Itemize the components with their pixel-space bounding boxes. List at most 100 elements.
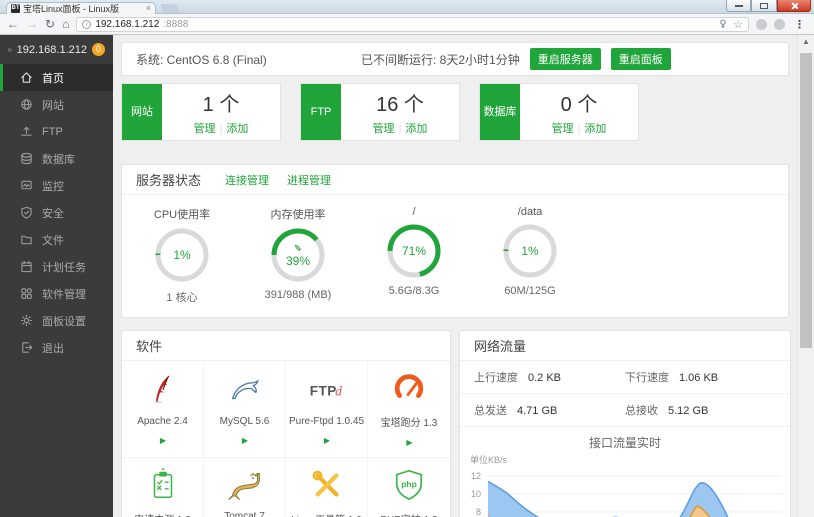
process-manage-link[interactable]: 进程管理 <box>287 172 331 188</box>
total-recv-value: 5.12 GB <box>668 405 709 417</box>
calendar-icon <box>21 260 32 273</box>
restart-panel-button[interactable]: 重启面板 <box>610 48 671 70</box>
ftp-add-link[interactable]: 添加 <box>405 123 427 135</box>
system-version: 系统: CentOS 6.8 (Final) <box>136 52 267 67</box>
sidebar-item-security[interactable]: 安全 <box>0 199 113 226</box>
total-sent-label: 总发送 <box>474 405 507 417</box>
mysql-dolphin-icon <box>231 379 259 400</box>
tab-close-icon[interactable]: × <box>146 4 151 13</box>
refresh-icon[interactable]: ↻ <box>45 18 55 30</box>
software-item-toolbox[interactable]: Linux工具箱 1.0▶ <box>286 458 368 517</box>
browser-tab[interactable]: BT 宝塔Linux面板 - Linux版 × <box>6 2 156 14</box>
ftp-count: 16 个 <box>376 94 424 116</box>
database-icon <box>21 152 32 165</box>
extension-icon[interactable] <box>756 18 767 30</box>
sidebar-item-ftp[interactable]: FTP <box>0 118 113 145</box>
sidebar-item-home[interactable]: 首页 <box>0 64 113 91</box>
new-tab-button[interactable] <box>160 4 180 13</box>
software-item-btscore[interactable]: 宝塔跑分 1.3 ▶ <box>368 361 450 458</box>
database-count: 0 个 <box>560 94 598 116</box>
software-panel: 软件 Apache 2.4 ▶ MySQL 5.6 ▶ FTP d Pure-Ftpd… <box>121 330 451 517</box>
down-speed-value: 1.06 KB <box>679 372 719 384</box>
software-item-tomcat[interactable]: Tomcat 7▶ <box>204 458 286 517</box>
url-host: 192.168.1.212 <box>95 18 160 30</box>
up-speed-value: 0.2 KB <box>528 372 562 384</box>
stat-card-database: 数据库 0 个 管理 | 添加 <box>479 83 639 141</box>
browser-toolbar: ← → ↻ ⌂ i 192.168.1.212 :8888 ☆ ⋮ <box>0 14 814 35</box>
svg-text:12: 12 <box>471 471 481 481</box>
upload-icon <box>21 126 32 136</box>
sidebar-item-monitor[interactable]: 监控 <box>0 172 113 199</box>
browser-menu-icon[interactable]: ⋮ <box>792 18 807 31</box>
page-info-icon[interactable]: i <box>82 19 92 29</box>
back-icon[interactable]: ← <box>7 18 19 30</box>
sidebar: 192.168.1.212 0 首页 网站 FTP 数据库 监控 安全 文件 计… <box>0 35 113 517</box>
extension-icon[interactable] <box>774 18 785 30</box>
logout-icon <box>22 342 33 353</box>
sidebar-item-software[interactable]: 软件管理 <box>0 280 113 307</box>
sidebar-item-settings[interactable]: 面板设置 <box>0 307 113 334</box>
system-info-bar: 系统: CentOS 6.8 (Final) 已不间断运行: 8天2小时1分钟 … <box>121 42 789 76</box>
window-minimize-button[interactable] <box>726 0 751 12</box>
server-status-title: 服务器状态 <box>136 173 202 188</box>
gauge-cpu: CPU使用率 1% 1 核心 <box>153 209 211 304</box>
total-sent-value: 4.71 GB <box>517 405 558 417</box>
stat-card-ftp: FTP 16 个 管理 | 添加 <box>300 83 460 141</box>
run-status-icon: ▶ <box>323 436 331 445</box>
monitor-icon <box>8 48 12 52</box>
sidebar-item-website[interactable]: 网站 <box>0 91 113 118</box>
svg-text:d: d <box>335 383 342 398</box>
sidebar-item-files[interactable]: 文件 <box>0 226 113 253</box>
rocket-icon[interactable] <box>293 243 304 254</box>
main-content: 系统: CentOS 6.8 (Final) 已不间断运行: 8天2小时1分钟 … <box>113 35 797 517</box>
speedometer-icon <box>394 374 424 398</box>
message-badge[interactable]: 0 <box>92 43 105 56</box>
bookmark-star-icon[interactable]: ☆ <box>733 18 743 31</box>
window-close-button[interactable] <box>777 0 811 12</box>
server-ip: 192.168.1.212 <box>16 43 87 56</box>
website-add-link[interactable]: 添加 <box>226 123 248 135</box>
website-manage-link[interactable]: 管理 <box>194 123 216 135</box>
home-icon[interactable]: ⌂ <box>62 18 69 30</box>
svg-text:8: 8 <box>476 507 481 517</box>
window-maximize-button[interactable] <box>751 0 777 12</box>
globe-icon <box>21 99 32 110</box>
uptime: 已不间断运行: 8天2小时1分钟 <box>361 52 520 67</box>
sidebar-item-database[interactable]: 数据库 <box>0 145 113 172</box>
chart-monitor-icon <box>21 180 32 190</box>
page-scrollbar[interactable]: ▲ <box>797 35 814 517</box>
tomcat-cat-icon <box>227 472 260 501</box>
scroll-up-icon[interactable]: ▲ <box>798 35 814 49</box>
software-item-beta[interactable]: 申请内测 1.2▶ <box>122 458 204 517</box>
forward-icon[interactable]: → <box>26 18 38 30</box>
plugin-icon[interactable] <box>718 19 728 29</box>
sidebar-header[interactable]: 192.168.1.212 0 <box>0 35 113 64</box>
software-item-apache[interactable]: Apache 2.4 ▶ <box>122 361 204 458</box>
down-speed-label: 下行速度 <box>625 372 669 384</box>
database-manage-link[interactable]: 管理 <box>552 123 574 135</box>
stat-card-website: 网站 1 个 管理 | 添加 <box>121 83 281 141</box>
total-recv-label: 总接收 <box>625 405 658 417</box>
website-count: 1 个 <box>202 94 240 116</box>
ftp-manage-link[interactable]: 管理 <box>373 123 395 135</box>
network-title: 网络流量 <box>474 339 527 354</box>
up-speed-label: 上行速度 <box>474 372 518 384</box>
address-bar[interactable]: i 192.168.1.212 :8888 ☆ <box>76 16 749 32</box>
run-status-icon: ▶ <box>159 436 167 445</box>
svg-text:10: 10 <box>471 489 481 499</box>
chart-title: 接口流量实时 <box>588 436 661 450</box>
clipboard-icon <box>153 468 172 499</box>
scrollbar-thumb[interactable] <box>800 53 812 348</box>
software-item-phpguard[interactable]: php PHP守护 1.2▶ <box>368 458 450 517</box>
gauge-memory: 内存使用率 39% 391/988 (MB) <box>264 209 332 301</box>
sidebar-item-cron[interactable]: 计划任务 <box>0 253 113 280</box>
restart-server-button[interactable]: 重启服务器 <box>529 48 601 70</box>
sidebar-item-logout[interactable]: 退出 <box>0 334 113 361</box>
connection-manage-link[interactable]: 连接管理 <box>225 172 269 188</box>
crossed-tools-icon <box>312 470 339 497</box>
svg-text:php: php <box>401 479 417 489</box>
software-item-pureftpd[interactable]: FTP d Pure-Ftpd 1.0.45 ▶ <box>286 361 368 458</box>
run-status-icon: ▶ <box>241 436 249 445</box>
database-add-link[interactable]: 添加 <box>584 123 606 135</box>
software-item-mysql[interactable]: MySQL 5.6 ▶ <box>204 361 286 458</box>
